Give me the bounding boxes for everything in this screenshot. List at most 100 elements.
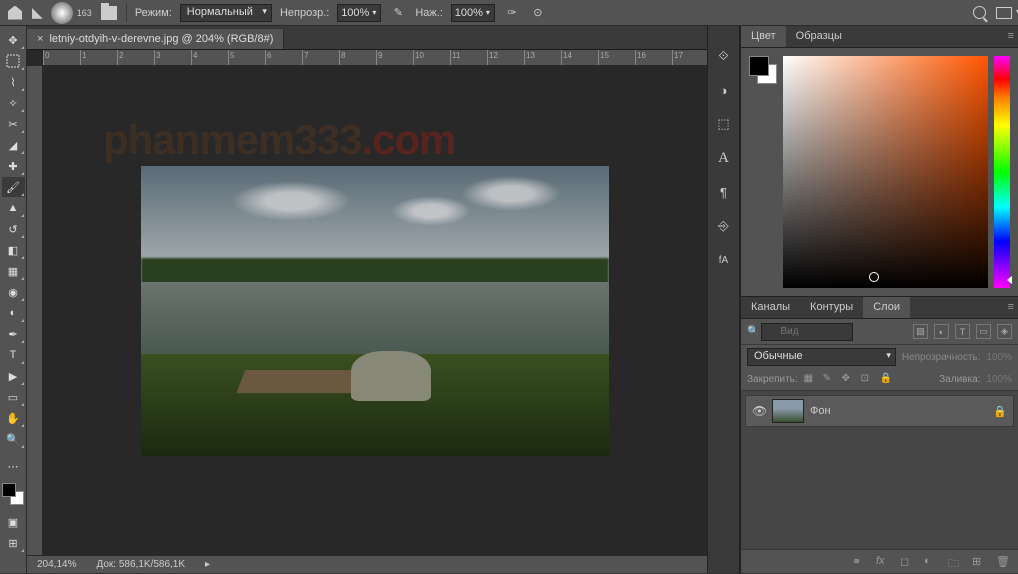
hue-slider[interactable]: [994, 56, 1010, 288]
glyphs-panel-icon[interactable]: ⎆: [714, 216, 734, 236]
tab-swatches[interactable]: Образцы: [786, 26, 852, 47]
dodge-tool[interactable]: ◐: [2, 303, 25, 323]
zoom-tool[interactable]: 🔍: [2, 429, 25, 449]
vertical-ruler[interactable]: [27, 66, 43, 555]
styles-panel-icon[interactable]: fA: [714, 250, 734, 270]
link-layers-icon[interactable]: ⚭: [852, 555, 866, 569]
shape-tool[interactable]: ▭: [2, 387, 25, 407]
horizontal-ruler[interactable]: 01234567891011121314151617: [43, 50, 707, 66]
stamp-tool[interactable]: ▲: [2, 198, 25, 218]
lock-position-icon[interactable]: ✥: [842, 373, 855, 386]
visibility-icon[interactable]: 👁: [752, 404, 766, 418]
layer-thumbnail[interactable]: [772, 399, 804, 423]
document-area: × letniy-otdyih-v-derevne.jpg @ 204% (RG…: [27, 26, 707, 573]
color-field[interactable]: [783, 56, 988, 288]
filter-adjust-icon[interactable]: ◐: [934, 324, 949, 339]
lock-pixels-icon[interactable]: ▦: [804, 373, 817, 386]
opacity-label: Непрозр.:: [280, 7, 329, 19]
layers-panel-tabs: Каналы Контуры Слои ≡: [741, 297, 1018, 319]
healing-tool[interactable]: ✚: [2, 156, 25, 176]
fill-value[interactable]: 100%: [986, 374, 1012, 385]
hand-tool[interactable]: ✋: [2, 408, 25, 428]
tool-preset-icon[interactable]: ◣: [32, 4, 43, 21]
filter-shape-icon[interactable]: ▭: [976, 324, 991, 339]
libraries-panel-icon[interactable]: ⬚: [714, 114, 734, 134]
tab-title: letniy-otdyih-v-derevne.jpg @ 204% (RGB/…: [49, 33, 273, 45]
brush-preview-icon[interactable]: [51, 2, 73, 24]
layer-style-icon[interactable]: fx: [876, 555, 890, 569]
layer-row[interactable]: 👁 Фон 🔒: [745, 395, 1014, 427]
marquee-tool[interactable]: [2, 51, 25, 71]
history-brush-tool[interactable]: ↺: [2, 219, 25, 239]
flow-input[interactable]: 100%: [451, 4, 495, 22]
tab-layers[interactable]: Слои: [863, 297, 910, 318]
eyedropper-tool[interactable]: ◢: [2, 135, 25, 155]
layer-mask-icon[interactable]: ◻: [900, 555, 914, 569]
blend-mode-select[interactable]: Нормальный: [180, 4, 272, 22]
quickmask-icon[interactable]: ▣: [2, 512, 25, 532]
filter-smart-icon[interactable]: ◈: [997, 324, 1012, 339]
panel-menu-icon[interactable]: ≡: [1008, 30, 1014, 42]
photo-image: [141, 166, 609, 456]
lasso-tool[interactable]: ⌇: [2, 72, 25, 92]
search-icon[interactable]: [973, 6, 986, 19]
canvas[interactable]: phanmem333.com: [43, 66, 707, 555]
blur-tool[interactable]: ◉: [2, 282, 25, 302]
gradient-tool[interactable]: ▦: [2, 261, 25, 281]
lock-paint-icon[interactable]: ✎: [823, 373, 836, 386]
paragraph-panel-icon[interactable]: ¶: [714, 182, 734, 202]
status-bar: 204,14% Док: 586,1K/586,1K ▸: [27, 555, 707, 573]
tab-bar: × letniy-otdyih-v-derevne.jpg @ 204% (RG…: [27, 26, 707, 50]
layer-opacity-label: Непрозрачность:: [902, 352, 981, 363]
layer-opacity-value[interactable]: 100%: [986, 352, 1012, 363]
filter-pixel-icon[interactable]: ▧: [913, 324, 928, 339]
tools-palette: ✥ ⌇ ✧ ✂ ◢ ✚ 🖌 ▲ ↺ ◧ ▦ ◉ ◐ ✒ T ▶ ▭ ✋ 🔍 ⋯ …: [0, 26, 27, 573]
filter-type-icon[interactable]: T: [955, 324, 970, 339]
collapsed-panels: ⟐ ◑ ⬚ A ¶ ⎆ fA: [707, 26, 740, 573]
group-icon[interactable]: 🗀: [948, 555, 962, 569]
new-layer-icon[interactable]: ⊞: [972, 555, 986, 569]
document-tab[interactable]: × letniy-otdyih-v-derevne.jpg @ 204% (RG…: [27, 29, 284, 49]
wand-tool[interactable]: ✧: [2, 93, 25, 113]
edit-toolbar-icon[interactable]: ⋯: [2, 456, 25, 476]
close-tab-icon[interactable]: ×: [37, 33, 43, 45]
foreground-background-swatch[interactable]: [749, 56, 777, 84]
layer-filter-input[interactable]: [761, 323, 853, 341]
layers-footer: ⚭ fx ◻ ◐ 🗀 ⊞ 🗑: [741, 549, 1018, 573]
layer-blend-select[interactable]: Обычные: [747, 348, 896, 366]
color-swatches[interactable]: [2, 483, 24, 505]
brush-panel-icon[interactable]: [100, 4, 118, 22]
status-arrow-icon[interactable]: ▸: [205, 559, 210, 570]
brush-tool[interactable]: 🖌: [2, 177, 25, 197]
eraser-tool[interactable]: ◧: [2, 240, 25, 260]
screenmode-icon[interactable]: ⊞: [2, 533, 25, 553]
tab-color[interactable]: Цвет: [741, 26, 786, 47]
path-select-tool[interactable]: ▶: [2, 366, 25, 386]
layer-name[interactable]: Фон: [810, 405, 831, 417]
home-icon[interactable]: [6, 4, 24, 22]
separator: [126, 4, 127, 22]
lock-indicator-icon: 🔒: [993, 405, 1007, 418]
crop-tool[interactable]: ✂: [2, 114, 25, 134]
airbrush-icon[interactable]: ✑: [503, 4, 521, 22]
tab-channels[interactable]: Каналы: [741, 297, 800, 318]
zoom-level[interactable]: 204,14%: [37, 559, 76, 570]
doc-size[interactable]: Док: 586,1K/586,1K: [96, 559, 185, 570]
workspace-icon[interactable]: ▾: [996, 7, 1012, 19]
character-panel-icon[interactable]: A: [714, 148, 734, 168]
delete-layer-icon[interactable]: 🗑: [996, 555, 1010, 569]
pressure-size-icon[interactable]: ⊙: [529, 4, 547, 22]
type-tool[interactable]: T: [2, 345, 25, 365]
adjustments-panel-icon[interactable]: ◑: [714, 80, 734, 100]
pressure-opacity-icon[interactable]: ✎: [389, 4, 407, 22]
panel-menu-icon[interactable]: ≡: [1008, 301, 1014, 313]
pen-tool[interactable]: ✒: [2, 324, 25, 344]
opacity-input[interactable]: 100%: [337, 4, 381, 22]
move-tool[interactable]: ✥: [2, 30, 25, 50]
lock-artboard-icon[interactable]: ⊡: [861, 373, 874, 386]
blend-mode-label: Режим:: [135, 7, 172, 19]
adjustment-layer-icon[interactable]: ◐: [924, 555, 938, 569]
history-panel-icon[interactable]: ⟐: [714, 46, 734, 66]
tab-paths[interactable]: Контуры: [800, 297, 863, 318]
lock-all-icon[interactable]: 🔒: [880, 373, 893, 386]
